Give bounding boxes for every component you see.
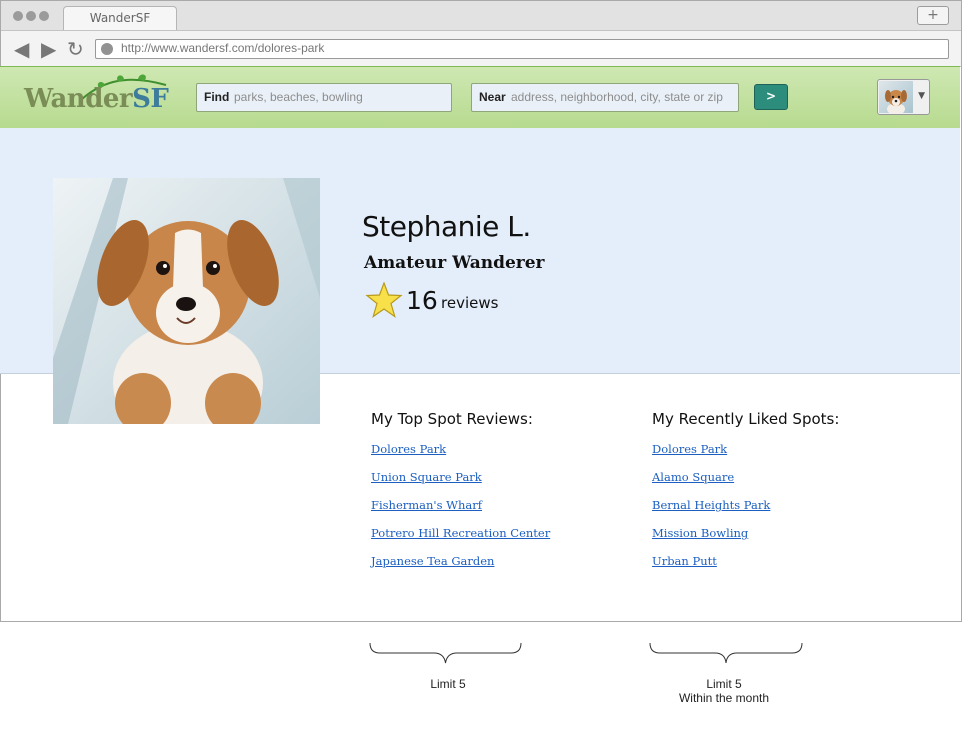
list-item-link[interactable]: Alamo Square: [652, 470, 839, 498]
list-item-link[interactable]: Dolores Park: [652, 442, 839, 470]
annotation-right-line2: Within the month: [678, 691, 770, 705]
profile-name: Stephanie L.: [362, 210, 531, 243]
user-menu[interactable]: ▼: [877, 79, 930, 115]
list-item-link[interactable]: Potrero Hill Recreation Center: [371, 526, 550, 554]
logo-main-text: Wander: [24, 84, 133, 114]
top-reviews-heading: My Top Spot Reviews:: [371, 410, 533, 428]
profile-photo: [53, 178, 320, 424]
list-item-link[interactable]: Fisherman's Wharf: [371, 498, 550, 526]
near-field[interactable]: Near address, neighborhood, city, state …: [471, 83, 739, 112]
list-item-link[interactable]: Union Square Park: [371, 470, 550, 498]
near-label: Near: [479, 90, 506, 104]
chevron-down-icon[interactable]: ▼: [918, 91, 925, 101]
minimize-window-icon[interactable]: [26, 11, 36, 21]
site-info-icon: [101, 43, 113, 55]
zoom-window-icon[interactable]: [39, 11, 49, 21]
recent-likes-section: My Recently Liked Spots: Dolores Park Al…: [652, 410, 839, 582]
new-tab-button[interactable]: +: [917, 6, 949, 25]
browser-titlebar: WanderSF +: [1, 1, 961, 31]
find-label: Find: [204, 90, 230, 104]
list-item-link[interactable]: Bernal Heights Park: [652, 498, 839, 526]
logo-accent-text: SF: [132, 84, 169, 114]
annotation-right-line1: Limit 5: [706, 677, 742, 691]
near-input[interactable]: address, neighborhood, city, state or zi…: [511, 90, 723, 104]
site-logo[interactable]: WanderSF: [24, 84, 169, 114]
list-item-link[interactable]: Japanese Tea Garden: [371, 554, 550, 582]
avatar: [879, 81, 913, 114]
browser-tab[interactable]: WanderSF: [63, 6, 177, 30]
list-item-link[interactable]: Dolores Park: [371, 442, 550, 470]
find-field[interactable]: Find parks, beaches, bowling: [196, 83, 452, 112]
address-bar[interactable]: http://www.wandersf.com/dolores-park: [95, 39, 949, 59]
top-reviews-section: My Top Spot Reviews: Dolores Park Union …: [371, 410, 550, 582]
forward-icon[interactable]: ▶: [41, 39, 56, 59]
list-item-link[interactable]: Urban Putt: [652, 554, 839, 582]
review-label: reviews: [441, 294, 499, 312]
profile-rank: Amateur Wanderer: [364, 253, 545, 273]
brace-icon: [649, 642, 803, 664]
site-header: WanderSF Find parks, beaches, bowling Ne…: [0, 66, 960, 131]
annotation-left: Limit 5: [430, 677, 466, 691]
search-button[interactable]: >: [754, 84, 788, 110]
back-icon[interactable]: ◀: [14, 39, 29, 59]
brace-icon: [369, 642, 522, 664]
star-icon: [365, 282, 403, 318]
url-text[interactable]: http://www.wandersf.com/dolores-park: [121, 41, 324, 55]
recent-likes-heading: My Recently Liked Spots:: [652, 410, 840, 428]
list-item-link[interactable]: Mission Bowling: [652, 526, 839, 554]
reload-icon[interactable]: ↻: [67, 39, 84, 59]
review-count: 16: [406, 286, 438, 315]
close-window-icon[interactable]: [13, 11, 23, 21]
browser-navbar: ◀ ▶ ↻ http://www.wandersf.com/dolores-pa…: [1, 31, 961, 67]
find-input[interactable]: parks, beaches, bowling: [234, 90, 363, 104]
annotation-right: Limit 5 Within the month: [664, 677, 784, 705]
